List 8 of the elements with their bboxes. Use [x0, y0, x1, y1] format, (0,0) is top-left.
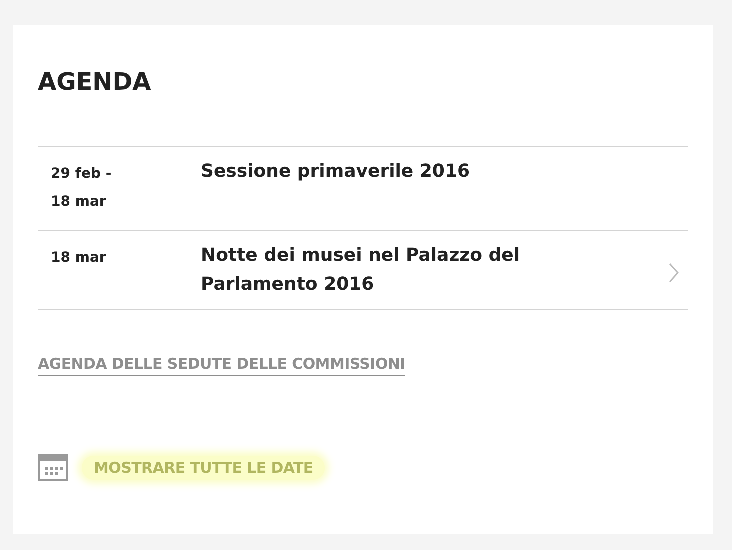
event-title[interactable]: Notte dei musei nel Palazzo del Parlamento 2016: [201, 241, 531, 299]
event-date: 29 feb -: [51, 165, 113, 184]
event-date: 18 mar: [51, 249, 108, 268]
event-date: 18 mar: [51, 193, 108, 212]
event-title[interactable]: Sessione primaverile 2016: [201, 157, 531, 186]
section-title: AGENDA: [38, 67, 152, 98]
calendar-icon: [38, 454, 68, 481]
chevron-right-icon[interactable]: [669, 262, 679, 282]
